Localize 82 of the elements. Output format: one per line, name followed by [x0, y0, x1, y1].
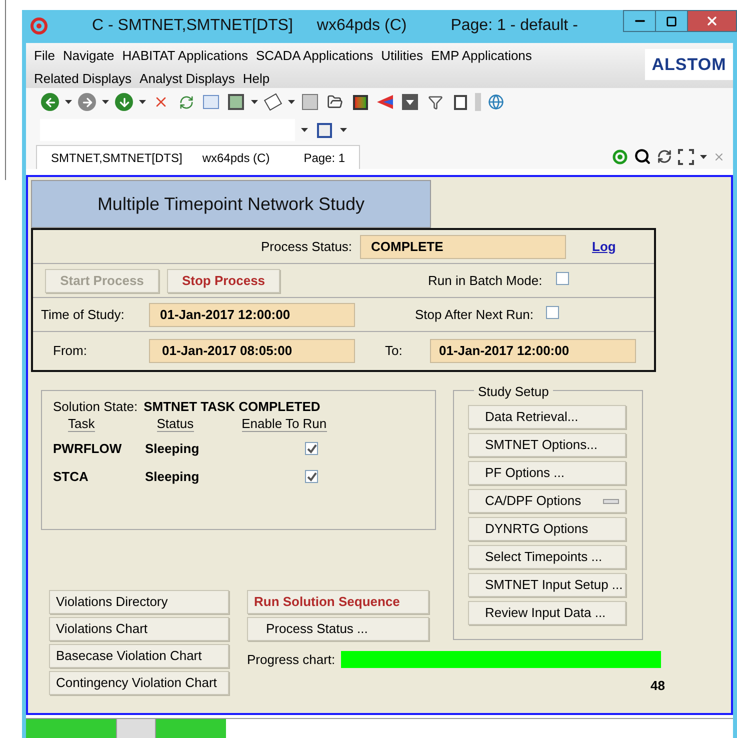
window-title: wx64pds (C): [316, 16, 407, 36]
stop-process-button[interactable]: Stop Process: [167, 268, 280, 292]
back-icon[interactable]: [40, 92, 60, 112]
caret-icon[interactable]: [700, 154, 707, 158]
column-header: Task: [68, 416, 95, 432]
menu-item[interactable]: SCADA Applications: [252, 44, 378, 66]
field-label: Process Status:: [261, 238, 352, 256]
field-label: From:: [53, 342, 88, 360]
menu-item[interactable]: HABITAT Applications: [118, 44, 252, 66]
close-button[interactable]: [688, 11, 736, 31]
progress-label: Progress chart:: [247, 651, 336, 669]
table-cell-text: STCA: [53, 468, 90, 486]
field-label: Solution State:: [53, 398, 138, 416]
maximize-icon: [666, 16, 677, 26]
menu-item[interactable]: Analyst Displays: [136, 68, 239, 90]
fit-screen-icon[interactable]: [678, 148, 694, 164]
field-label: Time of Study:: [41, 306, 126, 324]
setup-button[interactable]: PF Options ...: [468, 461, 626, 485]
column-header: Enable To Run: [242, 416, 327, 432]
setup-button[interactable]: DYNRTG Options: [468, 517, 626, 541]
run-button[interactable]: Process Status ...: [247, 617, 429, 641]
menu-item[interactable]: EMP Applications: [426, 44, 536, 66]
caret-icon[interactable]: [288, 100, 295, 104]
setup-button[interactable]: Review Input Data ...: [468, 601, 626, 625]
batch-mode-checkbox[interactable]: [556, 272, 570, 285]
field-label: Run in Batch Mode:: [428, 272, 542, 290]
enable-checkbox[interactable]: [305, 442, 318, 455]
table-cell-text: Sleeping: [145, 440, 200, 458]
solution-state: SMTNET TASK COMPLETED: [144, 398, 320, 416]
setup-button[interactable]: SMTNET Input Setup ...: [468, 573, 626, 597]
status-field: COMPLETE: [360, 234, 566, 258]
progress-count: 48: [650, 676, 665, 694]
menu-item[interactable]: File: [30, 44, 59, 66]
close-icon: [705, 14, 719, 28]
refresh-icon[interactable]: [657, 149, 672, 164]
caret-icon[interactable]: [65, 100, 72, 104]
table-cell-text: Sleeping: [145, 468, 200, 486]
caret-icon[interactable]: [102, 100, 109, 104]
app-logo-icon: [30, 17, 48, 36]
menu-indicator-icon: [603, 498, 619, 504]
caret-icon[interactable]: [340, 128, 347, 132]
to-field[interactable]: 01-Jan-2017 12:00:00: [430, 339, 636, 363]
display-tab[interactable]: SMTNET,SMTNET[DTS] wx64pds (C) Page: 1: [36, 145, 360, 169]
toolbar-grip[interactable]: [475, 93, 481, 112]
color-icon[interactable]: [350, 92, 370, 112]
setup-button[interactable]: Data Retrieval...: [468, 405, 626, 429]
forward-icon[interactable]: [77, 92, 97, 112]
from-field[interactable]: 01-Jan-2017 08:05:00: [149, 339, 355, 363]
chart-button[interactable]: Contingency Violation Chart: [49, 671, 229, 695]
caret-icon[interactable]: [139, 100, 146, 104]
status-cell: [156, 719, 226, 738]
company-logo: ALSTOM: [652, 54, 726, 76]
window-title: Page: 1 - default -: [450, 16, 578, 36]
globe-icon[interactable]: [486, 92, 506, 112]
window-title: C - SMTNET,SMTNET[DTS]: [92, 16, 293, 36]
chart-button[interactable]: Violations Directory: [49, 590, 229, 614]
menu-item[interactable]: Utilities: [377, 44, 427, 66]
setup-button[interactable]: Select Timepoints ...: [468, 545, 626, 569]
close-icon[interactable]: [713, 150, 725, 162]
caret-icon[interactable]: [251, 100, 258, 104]
time-field[interactable]: 01-Jan-2017 12:00:00: [149, 302, 355, 326]
chart-button[interactable]: Basecase Violation Chart: [49, 644, 229, 668]
search-icon[interactable]: [634, 148, 651, 165]
study-title: Multiple Timepoint Network Study: [31, 180, 431, 228]
field-label: Stop After Next Run:: [415, 306, 534, 324]
menu-item[interactable]: Help: [238, 68, 274, 90]
dropdown-icon[interactable]: [400, 92, 420, 112]
run-button[interactable]: Run Solution Sequence: [247, 590, 429, 614]
setup-button[interactable]: CA/DPF Options: [468, 489, 626, 513]
status-ring-icon[interactable]: [612, 148, 628, 164]
enable-checkbox[interactable]: [305, 470, 318, 483]
log-link[interactable]: Log: [592, 236, 616, 256]
menu-item[interactable]: Navigate: [58, 44, 118, 66]
column-header: Status: [156, 416, 194, 432]
setup-button[interactable]: SMTNET Options...: [468, 433, 626, 457]
chart-button[interactable]: Violations Chart: [49, 617, 229, 641]
stop-after-checkbox[interactable]: [546, 306, 559, 319]
menu-item[interactable]: Related Displays: [30, 68, 136, 90]
frame-icon[interactable]: [314, 120, 334, 140]
table-cell-text: PWRFLOW: [53, 440, 123, 458]
field-label: To:: [385, 342, 404, 360]
caret-icon[interactable]: [301, 128, 308, 132]
